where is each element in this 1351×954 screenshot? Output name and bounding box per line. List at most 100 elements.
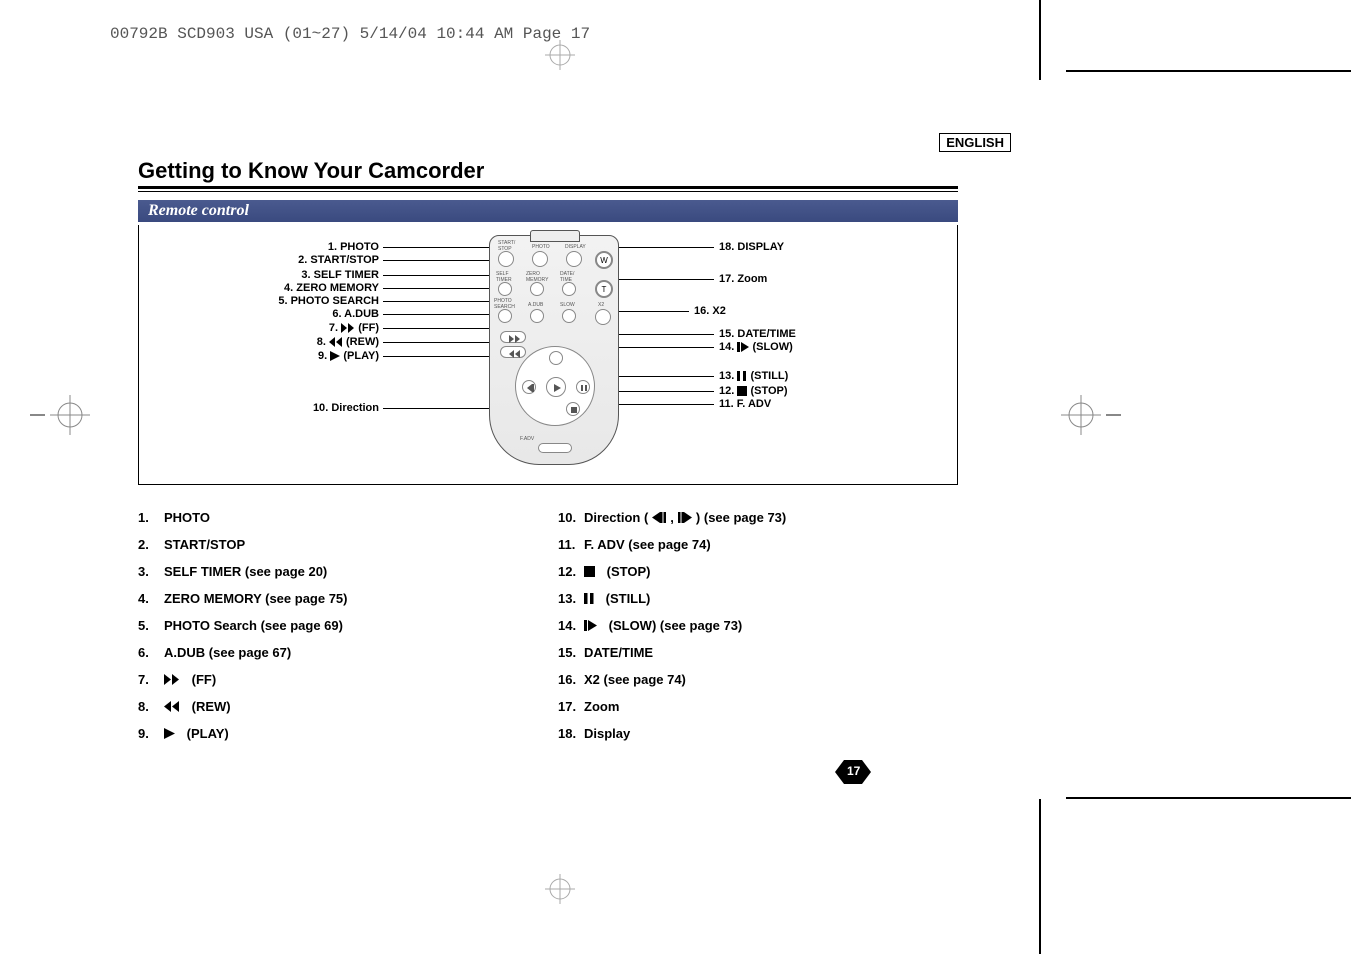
callout-line	[383, 301, 498, 302]
feature-list-left: 1.PHOTO 2.START/STOP 3.SELF TIMER (see p…	[138, 510, 538, 753]
remote-rew-button	[500, 346, 526, 358]
list-item: 3.SELF TIMER (see page 20)	[138, 564, 538, 579]
registration-mark-right	[1061, 395, 1121, 435]
remote-self-timer-button	[498, 282, 512, 296]
stepfwd-icon	[678, 512, 692, 523]
remote-diagram: 1. PHOTO 2. START/STOP 3. SELF TIMER 4. …	[138, 225, 958, 485]
list-item: 1.PHOTO	[138, 510, 538, 525]
remote-zoom-w-button: W	[595, 251, 613, 269]
callout-4-zero-memory: 4. ZERO MEMORY	[199, 282, 379, 294]
remote-label: A.DUB	[528, 302, 543, 308]
pause-icon	[737, 371, 747, 381]
list-item: 10. Direction ( , ) (see page 73)	[558, 510, 958, 525]
callout-15-date-time: 15. DATE/TIME	[719, 328, 796, 340]
registration-mark-top	[545, 40, 575, 70]
callout-6-adub: 6. A.DUB	[199, 308, 379, 320]
remote-photo-search-button	[498, 309, 512, 323]
remote-body: START/ STOP PHOTO DISPLAY W SELF TIMER Z…	[489, 235, 619, 465]
crop-mark	[1066, 70, 1351, 72]
remote-start-stop-button	[498, 251, 514, 267]
print-slug: 00792B SCD903 USA (01~27) 5/14/04 10:44 …	[110, 25, 590, 43]
remote-dpad-up	[549, 351, 563, 365]
list-item: 13. (STILL)	[558, 591, 958, 606]
remote-display-button	[566, 251, 582, 267]
remote-date-time-button	[562, 282, 576, 296]
remote-label: PHOTO	[532, 244, 550, 250]
callout-line	[614, 279, 714, 280]
callout-14-slow: 14. (SLOW)	[719, 341, 793, 353]
list-item: 9. (PLAY)	[138, 726, 538, 741]
subsection-title: Remote control	[138, 200, 958, 222]
stop-icon	[584, 566, 595, 577]
callout-2-start-stop: 2. START/STOP	[199, 254, 379, 266]
rew-icon	[329, 337, 343, 347]
remote-dpad-stop	[566, 402, 580, 416]
list-item: 8. (REW)	[138, 699, 538, 714]
crop-mark	[1039, 0, 1041, 80]
callout-3-self-timer: 3. SELF TIMER	[199, 269, 379, 281]
list-item: 17.Zoom	[558, 699, 958, 714]
callout-18-display: 18. DISPLAY	[719, 241, 784, 253]
remote-ff-button	[500, 331, 526, 343]
list-item: 16.X2 (see page 74)	[558, 672, 958, 687]
remote-zoom-t-button: T	[595, 280, 613, 298]
remote-adub-button	[530, 309, 544, 323]
callout-1-photo: 1. PHOTO	[199, 241, 379, 253]
feature-list-right: 10. Direction ( , ) (see page 73) 11. F.…	[558, 510, 958, 753]
slowfwd-icon	[584, 620, 597, 631]
callout-line	[383, 342, 493, 343]
callout-13-still: 13. (STILL)	[719, 370, 788, 382]
list-item: 11. F. ADV (see page 74)	[558, 537, 958, 552]
ff-icon	[341, 323, 355, 333]
remote-dpad-right-still	[576, 380, 590, 394]
play-icon	[330, 351, 340, 361]
stepback-icon	[652, 512, 666, 523]
crop-mark	[1039, 799, 1041, 954]
registration-mark-left	[30, 395, 90, 435]
remote-label: DISPLAY	[565, 244, 586, 250]
slowfwd-icon	[737, 342, 749, 352]
list-item: 5.PHOTO Search (see page 69)	[138, 618, 538, 633]
callout-10-direction: 10. Direction	[199, 402, 379, 414]
callout-12-stop: 12. (STOP)	[719, 385, 788, 397]
remote-slow-button	[562, 309, 576, 323]
callout-line	[383, 260, 498, 261]
remote-fadv-button	[538, 443, 572, 453]
remote-zero-memory-button	[530, 282, 544, 296]
remote-label: X2	[598, 302, 604, 308]
list-item: 4.ZERO MEMORY (see page 75)	[138, 591, 538, 606]
list-item: 6.A.DUB (see page 67)	[138, 645, 538, 660]
rew-icon	[164, 701, 180, 712]
remote-photo-button	[532, 251, 548, 267]
page-number: 17	[847, 764, 860, 778]
registration-mark-bottom	[545, 874, 575, 904]
callout-8-rew: 8. (REW)	[199, 336, 379, 348]
list-item: 7. (FF)	[138, 672, 538, 687]
language-label: ENGLISH	[939, 133, 1011, 152]
callout-16-x2: 16. X2	[694, 305, 726, 317]
remote-dpad	[515, 346, 595, 426]
play-icon	[164, 728, 175, 739]
divider	[138, 191, 958, 192]
list-item: 15.DATE/TIME	[558, 645, 958, 660]
remote-x2-button	[595, 309, 611, 325]
callout-line	[614, 311, 689, 312]
remote-label: F.ADV	[520, 436, 534, 442]
remote-label: SLOW	[560, 302, 575, 308]
remote-play-button	[546, 377, 566, 397]
ff-icon	[164, 674, 180, 685]
list-item: 2.START/STOP	[138, 537, 538, 552]
list-item: 14. (SLOW) (see page 73)	[558, 618, 958, 633]
feature-list: 1.PHOTO 2.START/STOP 3.SELF TIMER (see p…	[138, 510, 958, 753]
crop-mark	[1066, 797, 1351, 799]
divider	[138, 186, 958, 189]
callout-17-zoom: 17. Zoom	[719, 273, 767, 285]
callout-7-ff: 7. (FF)	[199, 322, 379, 334]
list-item: 18.Display	[558, 726, 958, 741]
callout-11-fadv: 11. F. ADV	[719, 398, 771, 410]
callout-9-play: 9. (PLAY)	[199, 350, 379, 362]
section-title: Getting to Know Your Camcorder	[138, 158, 484, 184]
callout-line	[383, 275, 498, 276]
remote-top	[530, 230, 580, 242]
list-item: 12. (STOP)	[558, 564, 958, 579]
